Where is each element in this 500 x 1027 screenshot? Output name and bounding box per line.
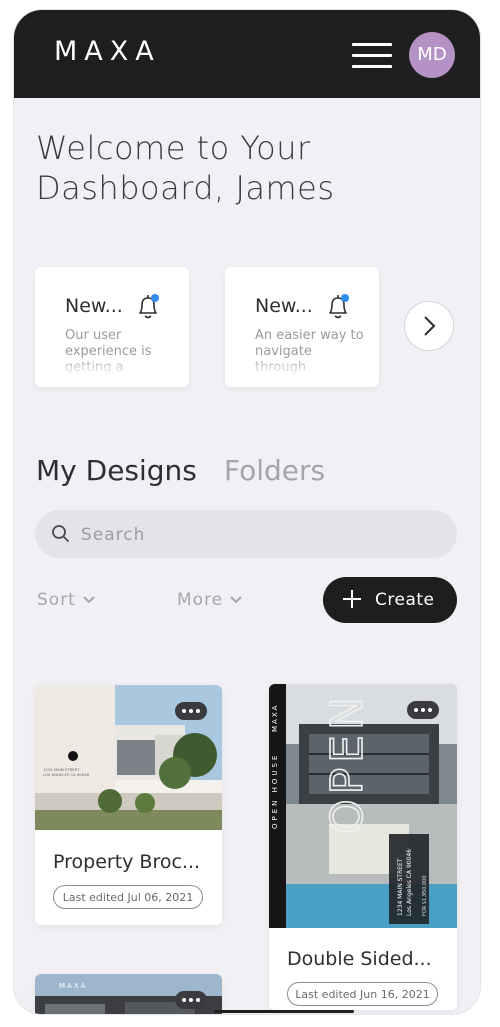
- more-dropdown[interactable]: More: [177, 590, 243, 610]
- design-title: Property Broc...: [53, 851, 201, 873]
- bell-icon: [139, 294, 159, 319]
- notification-card[interactable]: New... Our user experience is getting a: [35, 267, 189, 387]
- notification-body: Our user experience is getting a: [65, 328, 152, 375]
- last-edited-badge: Last edited Jun 16, 2021: [287, 982, 438, 1006]
- notification-body: An easier way to navigate through: [255, 328, 364, 375]
- menu-icon-line: [352, 54, 392, 57]
- design-card[interactable]: MAXA: [35, 974, 222, 1014]
- ellipsis-icon: [182, 998, 186, 1002]
- poster-price: FOR $1,950,000: [422, 875, 428, 916]
- chevron-down-icon: [230, 596, 242, 604]
- ellipsis-dot: [428, 708, 432, 712]
- ellipsis-icon: [182, 709, 186, 713]
- sort-label: Sort: [37, 590, 76, 610]
- welcome-line-2: Dashboard, James: [36, 169, 335, 207]
- menu-icon: [352, 43, 392, 46]
- third-card-brand: MAXA: [59, 982, 87, 990]
- design-card[interactable]: 1234 MAIN STREET LOS ANGELES CA 90046 Pr…: [35, 685, 222, 925]
- ellipsis-dot: [189, 709, 193, 713]
- search-input[interactable]: [79, 522, 423, 548]
- plus-icon: [343, 590, 361, 608]
- page-title: Welcome to Your Dashboard, James: [36, 128, 456, 208]
- bell-icon: [329, 294, 349, 319]
- ellipsis-icon: [414, 708, 418, 712]
- tab-my-designs[interactable]: My Designs: [36, 454, 197, 487]
- app-logo[interactable]: MAXA: [54, 36, 161, 67]
- brochure-address-line-2: LOS ANGELES CA 90046: [43, 772, 90, 777]
- poster-big-text: OPEN HOUSE: [322, 684, 373, 834]
- card-options-button[interactable]: [407, 701, 439, 719]
- menu-icon-line: [352, 65, 392, 68]
- design-title: Double Sided...: [287, 948, 432, 970]
- create-button[interactable]: Create: [323, 577, 457, 623]
- notification-card[interactable]: New... An easier way to navigate through: [225, 267, 379, 387]
- top-bar: MAXA MD: [14, 10, 480, 98]
- ellipsis-dot: [189, 998, 193, 1002]
- notification-title: New...: [255, 295, 313, 317]
- poster-address-line-1: 1234 MAIN STREET: [397, 858, 404, 916]
- ellipsis-dot: [421, 708, 425, 712]
- search-icon: [52, 525, 69, 542]
- poster-side-text: OPEN HOUSE: [271, 753, 279, 829]
- tab-folders[interactable]: Folders: [224, 454, 325, 487]
- next-notification-button[interactable]: [404, 301, 454, 351]
- more-label: More: [177, 590, 224, 610]
- sort-dropdown[interactable]: Sort: [37, 590, 96, 610]
- menu-button[interactable]: [352, 43, 392, 69]
- card-options-button[interactable]: [175, 991, 207, 1009]
- last-edited-badge: Last edited Jul 06, 2021: [53, 885, 203, 909]
- avatar[interactable]: MD: [409, 32, 455, 78]
- design-card[interactable]: OPEN HOUSE MAXA OPEN HOUSE 1234 MAIN STR…: [269, 684, 457, 1010]
- chevron-down-icon: [83, 596, 95, 604]
- poster-address-line-2: Los Angeles CA 90046: [406, 849, 413, 916]
- phone-screen: MAXA MD Welcome to Your Dashboard, James…: [14, 10, 480, 1014]
- chevron-right-icon: [424, 316, 436, 336]
- ellipsis-dot: [196, 998, 200, 1002]
- home-indicator: [214, 1010, 354, 1013]
- search-bar[interactable]: [35, 510, 457, 558]
- ellipsis-dot: [196, 709, 200, 713]
- poster-brand: MAXA: [271, 704, 279, 732]
- design-thumbnail: OPEN HOUSE MAXA OPEN HOUSE 1234 MAIN STR…: [269, 684, 457, 928]
- notification-title: New...: [65, 295, 123, 317]
- card-options-button[interactable]: [175, 702, 207, 720]
- create-label: Create: [375, 590, 435, 610]
- welcome-line-1: Welcome to Your: [36, 129, 311, 167]
